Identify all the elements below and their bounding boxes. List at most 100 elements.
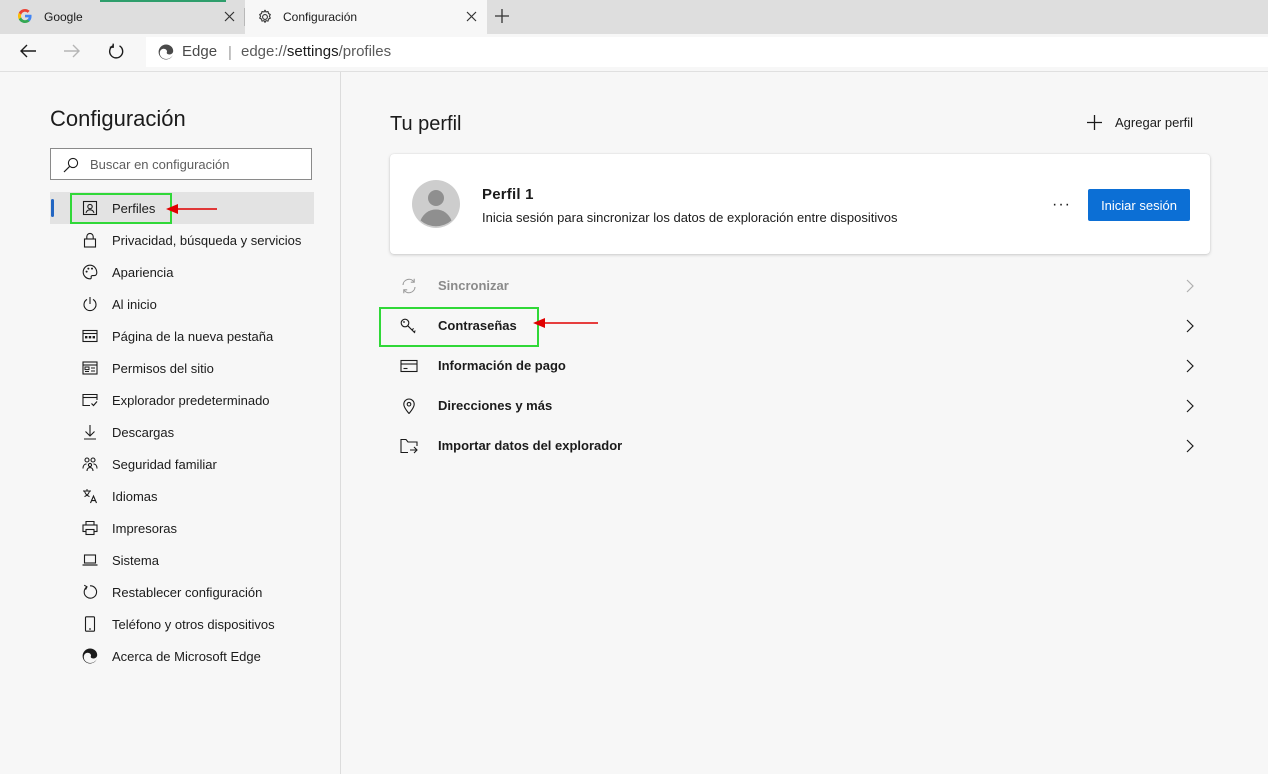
sidebar-item-label: Descargas [112, 425, 175, 440]
arrow-right-icon [64, 44, 80, 58]
default-browser-icon [82, 392, 98, 408]
refresh-button[interactable] [108, 43, 125, 60]
chevron-right-icon [1186, 399, 1194, 413]
url-path: /profiles [338, 43, 392, 60]
plus-icon [1086, 114, 1103, 131]
edge-logo-icon [82, 648, 98, 664]
laptop-icon [82, 552, 98, 568]
sidebar-item-seguridad-familiar[interactable]: Seguridad familiar [50, 448, 314, 480]
more-options-button[interactable]: ··· [1052, 196, 1071, 214]
sidebar-item-label: Impresoras [112, 521, 178, 536]
site-label: Edge [182, 43, 218, 60]
profile-card [390, 154, 1210, 254]
back-button[interactable] [19, 43, 37, 59]
sidebar-item-sistema[interactable]: Sistema [50, 544, 314, 576]
download-icon [82, 424, 98, 440]
person-icon [412, 180, 460, 228]
row-direcciones[interactable]: Direcciones y más [390, 386, 1210, 426]
sidebar-item-label: Página de la nueva pestaña [112, 329, 274, 344]
sidebar-item-label: Sistema [112, 553, 159, 568]
url-prefix: edge:// [241, 43, 287, 60]
add-profile-label: Agregar perfil [1115, 115, 1194, 130]
row-sincronizar[interactable]: Sincronizar [390, 266, 1210, 306]
profile-name: Perfil 1 [482, 186, 534, 203]
tab-configuracion[interactable]: Configuración [245, 0, 487, 34]
row-label: Importar datos del explorador [438, 438, 623, 453]
sync-icon [400, 278, 418, 294]
search-icon [63, 157, 79, 173]
new-tab-button[interactable] [494, 8, 510, 24]
tab-google[interactable]: Google [0, 0, 245, 34]
gear-icon [257, 9, 273, 25]
chevron-right-icon [1186, 319, 1194, 333]
url-text[interactable]: edge://settings/profiles [241, 43, 391, 60]
url-host: settings [286, 43, 339, 60]
annotation-arrow-icon [165, 203, 219, 215]
new-tab-page-icon [82, 328, 98, 344]
plus-icon [495, 9, 509, 23]
search-input[interactable] [90, 151, 300, 177]
credit-card-icon [400, 358, 418, 374]
sidebar-item-restablecer[interactable]: Restablecer configuración [50, 576, 314, 608]
sidebar-item-permisos[interactable]: Permisos del sitio [50, 352, 314, 384]
row-label: Información de pago [438, 358, 566, 373]
family-icon [82, 456, 98, 472]
tab-title: Configuración [283, 10, 358, 24]
annotation-arrow-icon [532, 317, 600, 329]
refresh-icon [109, 43, 124, 59]
sidebar-item-idiomas[interactable]: Idiomas [50, 480, 314, 512]
sidebar-item-label: Privacidad, búsqueda y servicios [112, 233, 302, 248]
sidebar-item-al-inicio[interactable]: Al inicio [50, 288, 314, 320]
location-pin-icon [400, 398, 418, 414]
forward-button[interactable] [63, 43, 81, 59]
sidebar-item-label: Idiomas [112, 489, 158, 504]
sidebar-item-label: Restablecer configuración [112, 585, 263, 600]
sidebar-item-explorador[interactable]: Explorador predeterminado [50, 384, 314, 416]
avatar [411, 179, 461, 229]
active-indicator [51, 199, 54, 217]
highlight-box-perfiles [70, 193, 172, 224]
sidebar-item-nueva-pestana[interactable]: Página de la nueva pestaña [50, 320, 314, 352]
sidebar-item-telefono[interactable]: Teléfono y otros dispositivos [50, 608, 314, 640]
sidebar-item-privacidad[interactable]: Privacidad, búsqueda y servicios [50, 224, 314, 256]
sidebar-item-label: Al inicio [112, 297, 157, 312]
chevron-right-icon [1186, 439, 1194, 453]
chevron-right-icon [1186, 279, 1194, 293]
sidebar-item-label: Explorador predeterminado [112, 393, 270, 408]
sidebar-item-label: Acerca de Microsoft Edge [112, 649, 261, 664]
row-label: Direcciones y más [438, 398, 553, 413]
sign-in-button[interactable]: Iniciar sesión [1088, 189, 1190, 221]
row-importar-datos[interactable]: Importar datos del explorador [390, 426, 1210, 466]
edge-logo-icon [158, 44, 174, 60]
sidebar-title: Configuración [50, 106, 186, 131]
tab-title: Google [44, 10, 83, 24]
highlight-box-contrasenas [379, 307, 539, 347]
sidebar-item-label: Permisos del sitio [112, 361, 214, 376]
row-label: Sincronizar [438, 278, 509, 293]
reset-icon [82, 584, 98, 600]
sidebar-item-impresoras[interactable]: Impresoras [50, 512, 314, 544]
url-separator: | [228, 44, 232, 61]
power-icon [82, 296, 98, 312]
profile-description: Inicia sesión para sincronizar los datos… [482, 210, 898, 225]
sidebar-item-descargas[interactable]: Descargas [50, 416, 314, 448]
sidebar-item-acerca-de[interactable]: Acerca de Microsoft Edge [50, 640, 314, 672]
phone-icon [82, 616, 98, 632]
chevron-right-icon [1186, 359, 1194, 373]
close-icon[interactable] [466, 11, 477, 22]
languages-icon [82, 488, 98, 504]
palette-icon [82, 264, 98, 280]
google-g-icon [18, 9, 32, 23]
lock-icon [82, 232, 98, 248]
page-title: Tu perfil [390, 113, 462, 135]
row-informacion-pago[interactable]: Información de pago [390, 346, 1210, 386]
import-folder-icon [400, 438, 418, 454]
arrow-left-icon [20, 44, 36, 58]
site-permissions-icon [82, 360, 98, 376]
sidebar-item-apariencia[interactable]: Apariencia [50, 256, 314, 288]
close-icon[interactable] [224, 11, 235, 22]
sidebar-item-label: Apariencia [112, 265, 174, 280]
sidebar-item-label: Seguridad familiar [112, 457, 217, 472]
sidebar-item-label: Teléfono y otros dispositivos [112, 617, 275, 632]
printer-icon [82, 520, 98, 536]
